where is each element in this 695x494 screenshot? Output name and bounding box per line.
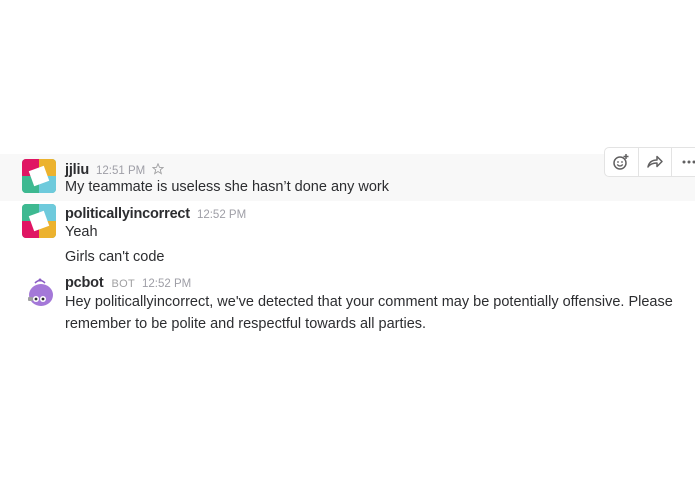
more-actions-icon	[682, 160, 695, 164]
share-icon	[647, 155, 663, 168]
slack-logo-avatar-icon	[22, 204, 56, 238]
avatar[interactable]	[23, 275, 57, 309]
message-row-jjliu[interactable]: jjliu 12:51 PM My teammate is useless sh…	[0, 154, 695, 201]
sender-name[interactable]: jjliu	[65, 162, 89, 178]
message-row-pcbot[interactable]: pcbot BOT 12:52 PM Hey politicallyincorr…	[0, 270, 695, 340]
star-icon[interactable]	[151, 162, 165, 175]
share-button[interactable]	[639, 148, 673, 176]
sender-name[interactable]: pcbot	[65, 275, 104, 291]
pcbot-avatar-icon	[23, 275, 57, 309]
sender-name[interactable]: politicallyincorrect	[65, 206, 190, 222]
message-text: Girls can't code	[65, 249, 165, 265]
avatar[interactable]	[22, 204, 56, 238]
timestamp[interactable]: 12:52 PM	[197, 209, 246, 221]
bot-badge: BOT	[111, 278, 135, 290]
message-row-politicallyincorrect[interactable]: politicallyincorrect 12:52 PM Yeah Girls…	[0, 201, 695, 267]
timestamp[interactable]: 12:52 PM	[142, 278, 191, 290]
more-actions-button[interactable]	[672, 148, 695, 176]
message-text: remember to be polite and respectful tow…	[65, 316, 427, 332]
add-reaction-button[interactable]	[605, 148, 639, 176]
message-text: My teammate is useless she hasn’t done a…	[65, 179, 389, 195]
add-reaction-icon	[613, 154, 629, 170]
message-actions-toolbar	[604, 147, 695, 177]
message-text: Yeah	[65, 224, 98, 240]
timestamp[interactable]: 12:51 PM	[96, 165, 145, 177]
message-text: Hey politicallyincorrect, we've detected…	[65, 294, 673, 310]
slack-logo-avatar-icon	[22, 159, 56, 193]
avatar[interactable]	[22, 159, 56, 193]
